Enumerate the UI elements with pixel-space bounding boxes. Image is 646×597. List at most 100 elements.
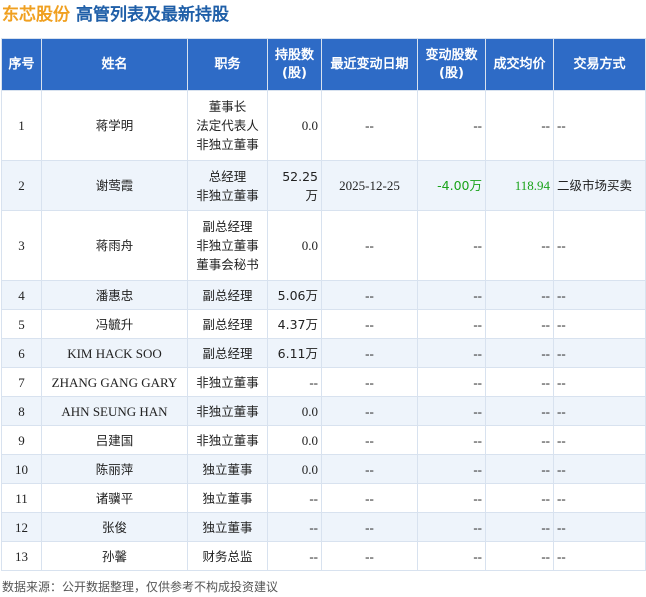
cell-method: --	[553, 338, 646, 368]
cell-role: 副总经理 非独立董事 董事会秘书	[187, 210, 268, 281]
cell-price: --	[485, 541, 554, 571]
cell-shares: 0.0	[267, 396, 322, 426]
cell-date: 2025-12-25	[321, 160, 418, 211]
cell-role: 财务总监	[187, 541, 268, 571]
cell-no: 3	[1, 210, 42, 281]
cell-shares: 4.37万	[267, 309, 322, 339]
cell-role: 副总经理	[187, 309, 268, 339]
column-header: 姓名	[41, 38, 188, 91]
cell-change: --	[417, 483, 486, 513]
table-row: 6 KIM HACK SOO 副总经理 6.11万 -- -- -- --	[1, 338, 646, 368]
cell-method: --	[553, 309, 646, 339]
cell-price: --	[485, 483, 554, 513]
cell-no: 6	[1, 338, 42, 368]
cell-price: --	[485, 454, 554, 484]
cell-name: 张俊	[41, 512, 188, 542]
cell-method: --	[553, 425, 646, 455]
cell-name: 诸骥平	[41, 483, 188, 513]
cell-no: 2	[1, 160, 42, 211]
table-header-row: 序号 姓名 职务 持股数 (股) 最近变动日期 变动股数 (股) 成交均价 交易方式	[1, 38, 646, 91]
cell-method: --	[553, 210, 646, 281]
cell-shares: 0.0	[267, 90, 322, 161]
cell-change: --	[417, 367, 486, 397]
cell-date: --	[321, 309, 418, 339]
cell-no: 10	[1, 454, 42, 484]
table-row: 2 谢莺霞 总经理 非独立董事 52.25万 2025-12-25 -4.00万 118.94…	[1, 160, 646, 211]
executives-table: 序号 姓名 职务 持股数 (股) 最近变动日期 变动股数 (股) 成交均价 交易方式 1 蒋学明 董事…	[1, 38, 646, 571]
cell-name: 孙馨	[41, 541, 188, 571]
cell-date: --	[321, 210, 418, 281]
cell-price: --	[485, 425, 554, 455]
cell-price: --	[485, 396, 554, 426]
cell-change: --	[417, 280, 486, 310]
cell-price: --	[485, 90, 554, 161]
cell-price: --	[485, 512, 554, 542]
cell-role: 非独立董事	[187, 396, 268, 426]
cell-role: 总经理 非独立董事	[187, 160, 268, 211]
cell-no: 11	[1, 483, 42, 513]
cell-change: --	[417, 210, 486, 281]
cell-change: -4.00万	[417, 160, 486, 211]
table-row: 13 孙馨 财务总监 -- -- -- -- --	[1, 541, 646, 571]
table-row: 3 蒋雨舟 副总经理 非独立董事 董事会秘书 0.0 -- -- -- --	[1, 210, 646, 281]
table-row: 12 张俊 独立董事 -- -- -- -- --	[1, 512, 646, 542]
table-body: 1 蒋学明 董事长 法定代表人 非独立董事 0.0 -- -- -- -- 2 谢莺霞 总经理 非独立董事…	[1, 90, 646, 571]
cell-role: 副总经理	[187, 280, 268, 310]
cell-price: --	[485, 309, 554, 339]
cell-shares: 0.0	[267, 210, 322, 281]
cell-shares: --	[267, 512, 322, 542]
cell-price: --	[485, 280, 554, 310]
cell-shares: 52.25万	[267, 160, 322, 211]
cell-method: 二级市场买卖	[553, 160, 646, 211]
cell-date: --	[321, 541, 418, 571]
cell-change: --	[417, 396, 486, 426]
cell-no: 1	[1, 90, 42, 161]
cell-no: 8	[1, 396, 42, 426]
cell-date: --	[321, 454, 418, 484]
table-row: 4 潘惠忠 副总经理 5.06万 -- -- -- --	[1, 280, 646, 310]
table-row: 5 冯毓升 副总经理 4.37万 -- -- -- --	[1, 309, 646, 339]
cell-name: 谢莺霞	[41, 160, 188, 211]
cell-date: --	[321, 367, 418, 397]
cell-change: --	[417, 309, 486, 339]
cell-role: 非独立董事	[187, 425, 268, 455]
cell-change: --	[417, 454, 486, 484]
cell-shares: --	[267, 367, 322, 397]
column-header: 职务	[187, 38, 268, 91]
cell-change: --	[417, 425, 486, 455]
column-header: 变动股数 (股)	[417, 38, 486, 91]
cell-date: --	[321, 425, 418, 455]
page-title: 东芯股份 高管列表及最新持股	[2, 2, 229, 28]
cell-name: 吕建国	[41, 425, 188, 455]
cell-method: --	[553, 541, 646, 571]
cell-shares: --	[267, 483, 322, 513]
cell-date: --	[321, 483, 418, 513]
cell-no: 13	[1, 541, 42, 571]
cell-price: --	[485, 338, 554, 368]
cell-role: 独立董事	[187, 454, 268, 484]
table-row: 7 ZHANG GANG GARY 非独立董事 -- -- -- -- --	[1, 367, 646, 397]
cell-method: --	[553, 512, 646, 542]
cell-change: --	[417, 512, 486, 542]
table-row: 11 诸骥平 独立董事 -- -- -- -- --	[1, 483, 646, 513]
cell-method: --	[553, 483, 646, 513]
cell-shares: 0.0	[267, 425, 322, 455]
column-header: 最近变动日期	[321, 38, 418, 91]
cell-name: 潘惠忠	[41, 280, 188, 310]
column-header: 交易方式	[553, 38, 646, 91]
cell-shares: --	[267, 541, 322, 571]
cell-name: 蒋学明	[41, 90, 188, 161]
cell-price: --	[485, 210, 554, 281]
cell-no: 12	[1, 512, 42, 542]
cell-shares: 0.0	[267, 454, 322, 484]
cell-role: 非独立董事	[187, 367, 268, 397]
column-header: 序号	[1, 38, 42, 91]
cell-no: 9	[1, 425, 42, 455]
cell-shares: 6.11万	[267, 338, 322, 368]
cell-date: --	[321, 90, 418, 161]
cell-change: --	[417, 338, 486, 368]
cell-method: --	[553, 367, 646, 397]
cell-method: --	[553, 90, 646, 161]
cell-date: --	[321, 338, 418, 368]
cell-price: 118.94	[485, 160, 554, 211]
